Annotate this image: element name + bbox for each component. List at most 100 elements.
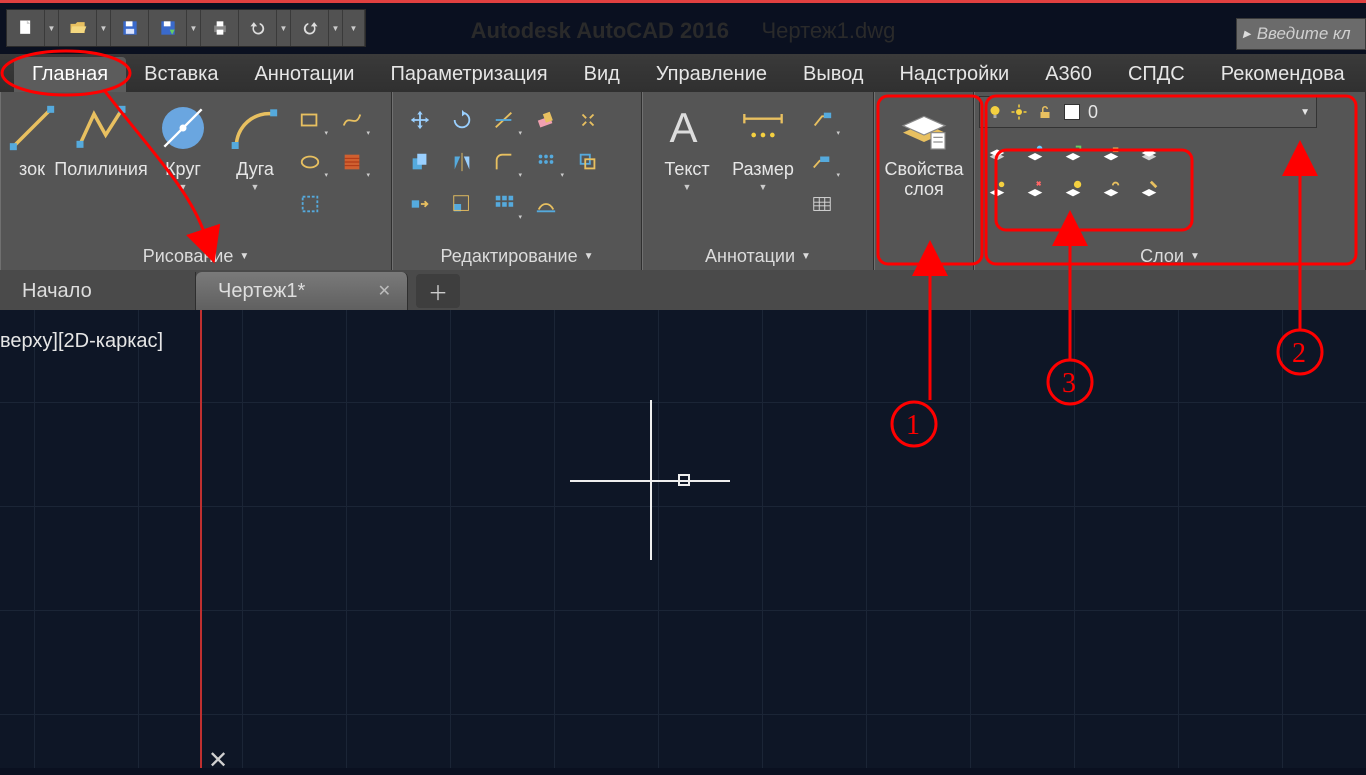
quick-access-row: ▼ ▼ ▼ ▼ ▼ ▼ Autodesk AutoCAD 2016 Чертеж…	[0, 8, 1366, 48]
stretch-tool[interactable]	[401, 186, 439, 222]
tab-view[interactable]: Вид	[566, 57, 638, 92]
y-axis	[200, 310, 202, 768]
close-icon[interactable]: ✕	[378, 281, 391, 301]
tab-manage[interactable]: Управление	[638, 57, 785, 92]
layer-unisolate-tool[interactable]	[1055, 172, 1091, 206]
circle-tool[interactable]: Круг▼	[147, 100, 219, 192]
layer-name: 0	[1088, 102, 1098, 123]
panel-modify-title[interactable]: Редактирование▼	[393, 242, 641, 270]
add-tab-button[interactable]: ＋	[416, 274, 460, 308]
layer-thaw-tool[interactable]	[1017, 172, 1053, 206]
align-tool[interactable]	[527, 186, 565, 222]
copy-tool[interactable]	[401, 144, 439, 180]
undo-button[interactable]	[239, 10, 277, 46]
table-tool[interactable]	[803, 186, 841, 222]
new-file-dropdown[interactable]: ▼	[45, 10, 59, 46]
layer-match-tool[interactable]	[1131, 172, 1167, 206]
tab-addins[interactable]: Надстройки	[881, 57, 1027, 92]
panel-draw-title[interactable]: Рисование▼	[1, 242, 391, 270]
leader-tool[interactable]: ▾	[803, 102, 841, 138]
redo-button[interactable]	[291, 10, 329, 46]
segment-tool[interactable]: зок	[9, 100, 55, 180]
doc-tab-drawing[interactable]: Чертеж1*✕	[196, 272, 408, 310]
doc-tab-home[interactable]: Начало	[0, 272, 196, 310]
open-file-dropdown[interactable]: ▼	[97, 10, 111, 46]
mirror-tool[interactable]	[443, 144, 481, 180]
open-file-button[interactable]	[59, 10, 97, 46]
arc-tool[interactable]: Дуга▼	[219, 100, 291, 192]
layer-color-swatch	[1064, 104, 1080, 120]
explode-tool[interactable]	[569, 102, 607, 138]
layer-properties-button[interactable]: Свойства слоя	[883, 100, 965, 200]
file-name: Чертеж1.dwg	[761, 18, 895, 43]
array-tool[interactable]: ▾	[527, 144, 565, 180]
tab-a360[interactable]: A360	[1027, 57, 1110, 92]
panel-modify: ▾ ▾ ▾ ▾ Редактирование▼	[392, 92, 642, 270]
save-as-button[interactable]	[149, 10, 187, 46]
ellipse-tool[interactable]: ▾	[291, 144, 329, 180]
tab-annotations[interactable]: Аннотации	[236, 57, 372, 92]
layer-freeze-tool[interactable]	[1017, 136, 1053, 170]
tab-insert[interactable]: Вставка	[126, 57, 236, 92]
erase-tool[interactable]	[527, 102, 565, 138]
print-button[interactable]	[201, 10, 239, 46]
hatch-tool[interactable]: ▾	[333, 144, 371, 180]
viewport-label[interactable]: верху][2D-каркас]	[0, 330, 163, 353]
sun-icon	[1010, 103, 1028, 121]
panel-layer-props-title	[875, 242, 973, 270]
drawing-canvas[interactable]: верху][2D-каркас] ✕	[0, 310, 1366, 768]
quick-access-toolbar: ▼ ▼ ▼ ▼ ▼ ▼	[6, 9, 366, 47]
layer-isolate-tool[interactable]	[1055, 136, 1091, 170]
help-search-input[interactable]: ▶Введите кл	[1236, 18, 1366, 50]
layer-tools-grid	[979, 136, 1365, 206]
annot-small-tools: ▾ ▾	[803, 100, 843, 226]
panel-layers-title[interactable]: Слои▼	[975, 242, 1365, 270]
layer-lock-tool[interactable]	[1093, 136, 1129, 170]
app-name: Autodesk AutoCAD 2016	[471, 18, 729, 43]
text-tool[interactable]: A Текст▼	[651, 100, 723, 192]
tab-home[interactable]: Главная	[14, 57, 126, 92]
panel-annotation-title[interactable]: Аннотации▼	[643, 242, 873, 270]
move-tool[interactable]	[401, 102, 439, 138]
offset-tool[interactable]	[569, 144, 607, 180]
draw-small-tools: ▾ ▾ ▾ ▾	[291, 100, 373, 226]
layer-make-current-tool[interactable]	[1131, 136, 1167, 170]
array-rect-tool[interactable]: ▾	[485, 186, 523, 222]
spline-tool[interactable]: ▾	[333, 102, 371, 138]
layer-unlock-tool[interactable]	[1093, 172, 1129, 206]
panel-layers: 0 ▼ Слои▼	[974, 92, 1366, 270]
tab-recommend[interactable]: Рекомендова	[1203, 57, 1363, 92]
dimension-tool[interactable]: Размер▼	[723, 100, 803, 192]
new-file-button[interactable]	[7, 10, 45, 46]
rotate-tool[interactable]	[443, 102, 481, 138]
tab-parametric[interactable]: Параметризация	[372, 57, 565, 92]
panel-draw: зок Полилиния Круг▼ Дуга▼ ▾ ▾ ▾ ▾	[0, 92, 392, 270]
redo-dropdown[interactable]: ▼	[329, 10, 343, 46]
layer-on-tool[interactable]	[979, 172, 1015, 206]
layer-off-tool[interactable]	[979, 136, 1015, 170]
trim-tool[interactable]: ▾	[485, 102, 523, 138]
rectangle-tool[interactable]: ▾	[291, 102, 329, 138]
polyline-tool[interactable]: Полилиния	[55, 100, 147, 180]
ribbon: зок Полилиния Круг▼ Дуга▼ ▾ ▾ ▾ ▾	[0, 92, 1366, 270]
bulb-icon	[986, 103, 1004, 121]
tab-spds[interactable]: СПДС	[1110, 57, 1203, 92]
tab-output[interactable]: Вывод	[785, 57, 881, 92]
save-as-dropdown[interactable]: ▼	[187, 10, 201, 46]
qat-customize-dropdown[interactable]: ▼	[343, 10, 365, 46]
scale-tool[interactable]	[443, 186, 481, 222]
document-tab-bar: Начало Чертеж1*✕ ＋	[0, 270, 1366, 310]
undo-dropdown[interactable]: ▼	[277, 10, 291, 46]
grid	[0, 310, 1366, 768]
region-tool[interactable]	[291, 186, 329, 222]
modify-tools: ▾ ▾ ▾ ▾	[401, 100, 609, 226]
chevron-down-icon: ▼	[1300, 107, 1310, 118]
window-top-edge	[0, 0, 1366, 3]
layer-selector-dropdown[interactable]: 0 ▼	[979, 96, 1317, 128]
ucs-x-marker: ✕	[208, 746, 228, 775]
lock-open-icon	[1034, 103, 1056, 121]
fillet-tool[interactable]: ▾	[485, 144, 523, 180]
panel-annotation: A Текст▼ Размер▼ ▾ ▾ Аннотации▼	[642, 92, 874, 270]
save-button[interactable]	[111, 10, 149, 46]
leader-style-tool[interactable]: ▾	[803, 144, 841, 180]
